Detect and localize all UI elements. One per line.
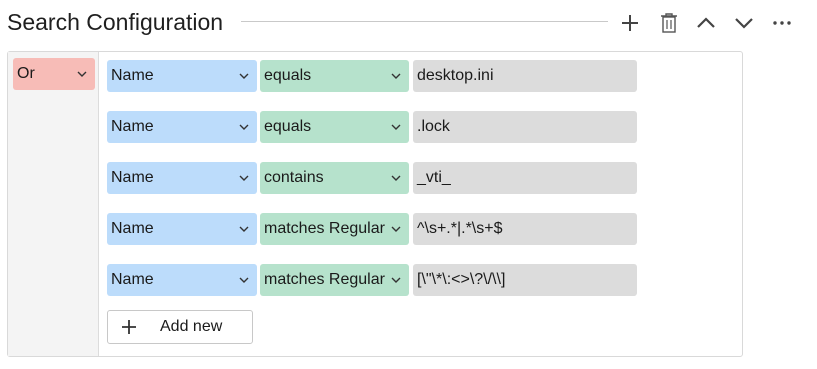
field-value: Name (111, 118, 154, 135)
value-input[interactable]: ^\s+.*|.*\s+$ (413, 213, 637, 245)
condition-value: equals (264, 118, 312, 135)
field-select[interactable]: Name (107, 264, 257, 296)
rule-row: Name matches Regular Expression ^\s+.*|.… (107, 213, 647, 245)
value-input[interactable]: [\"\*\:<>\?\/\\] (413, 264, 637, 296)
operator-column: Or (8, 52, 99, 356)
field-value: Name (111, 67, 154, 84)
more-icon[interactable] (768, 9, 796, 37)
plus-icon (121, 319, 137, 335)
condition-select[interactable]: equals (260, 60, 409, 92)
field-value: Name (111, 220, 154, 237)
condition-value: contains (264, 169, 324, 186)
rule-row: Name matches Regular Expression [\"\*\:<… (107, 264, 647, 296)
rule-row: Name equals desktop.ini (107, 60, 647, 92)
rule-row: Name equals .lock (107, 111, 647, 143)
chevron-down-icon (77, 58, 87, 90)
condition-select[interactable]: contains (260, 162, 409, 194)
rule-row: Name contains _vti_ (107, 162, 647, 194)
chevron-down-icon (391, 213, 401, 245)
header: Search Configuration (0, 0, 817, 46)
field-value: Name (111, 271, 154, 288)
chevron-down-icon (239, 264, 249, 296)
value-input[interactable]: _vti_ (413, 162, 637, 194)
field-select[interactable]: Name (107, 111, 257, 143)
condition-value: matches Regular Expression (264, 271, 386, 288)
trash-icon[interactable] (655, 9, 683, 37)
value-input[interactable]: .lock (413, 111, 637, 143)
condition-value: equals (264, 67, 312, 84)
chevron-down-icon (391, 162, 401, 194)
add-new-button[interactable]: Add new (107, 310, 253, 344)
operator-select[interactable]: Or (13, 58, 95, 90)
chevron-down-icon (239, 162, 249, 194)
chevron-down-icon (391, 60, 401, 92)
value-input[interactable]: desktop.ini (413, 60, 637, 92)
condition-select[interactable]: equals (260, 111, 409, 143)
condition-select[interactable]: matches Regular Expression (260, 213, 409, 245)
chevron-up-icon[interactable] (692, 9, 720, 37)
field-select[interactable]: Name (107, 162, 257, 194)
chevron-down-icon (391, 111, 401, 143)
field-select[interactable]: Name (107, 60, 257, 92)
chevron-down-icon (239, 60, 249, 92)
page-title: Search Configuration (7, 9, 224, 35)
chevron-down-icon (239, 213, 249, 245)
field-value: Name (111, 169, 154, 186)
title-divider (241, 21, 608, 22)
chevron-down-icon (391, 264, 401, 296)
chevron-down-icon[interactable] (730, 9, 758, 37)
operator-value: Or (17, 65, 35, 82)
condition-value: matches Regular Expression (264, 220, 386, 237)
condition-select[interactable]: matches Regular Expression (260, 264, 409, 296)
field-select[interactable]: Name (107, 213, 257, 245)
chevron-down-icon (239, 111, 249, 143)
plus-icon[interactable] (616, 9, 644, 37)
add-new-label: Add new (160, 318, 223, 335)
